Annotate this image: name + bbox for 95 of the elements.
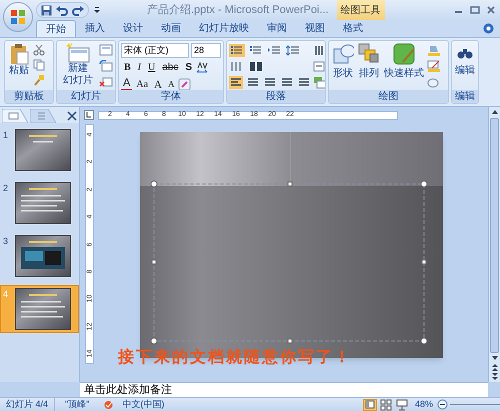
line-spacing-icon[interactable]	[286, 44, 302, 57]
binoculars-icon	[457, 46, 473, 60]
new-slide-icon	[66, 43, 90, 63]
context-tab-label: 绘图工具	[336, 0, 385, 20]
save-icon[interactable]	[41, 4, 52, 16]
slide-count: 幻灯片 4/4	[5, 398, 50, 411]
ribbon-tab[interactable]: 幻灯片放映	[190, 20, 258, 37]
drawing-tool-button[interactable]: 排列	[357, 43, 381, 80]
font-style-button[interactable]: S	[182, 60, 196, 75]
layout-icon[interactable]	[99, 44, 113, 56]
sorter-view-icon	[380, 398, 392, 410]
delete-slide-icon[interactable]	[99, 76, 113, 88]
annotation-text: 接下来的文档就随意你写了！	[118, 350, 352, 366]
copy-icon[interactable]	[33, 59, 45, 71]
format-painter-icon[interactable]	[33, 74, 45, 86]
view-button[interactable]	[394, 398, 409, 410]
maximize-icon[interactable]	[470, 5, 480, 15]
font-style-button[interactable]: U	[145, 60, 158, 75]
drawing-tool-button[interactable]: 快速样式	[383, 43, 425, 80]
ribbon-tab[interactable]: 格式	[334, 20, 372, 37]
group-label: 段落	[266, 90, 286, 104]
shape-effects-icon[interactable]	[427, 76, 441, 88]
office-button[interactable]	[3, 2, 33, 32]
group-label: 绘图	[378, 90, 398, 104]
view-button[interactable]	[378, 398, 393, 410]
notes-placeholder: 单击此处添加备注	[84, 382, 172, 398]
ribbon-tab[interactable]: 审阅	[258, 20, 296, 37]
columns-icon[interactable]	[248, 60, 264, 73]
vertical-text-icon[interactable]	[313, 44, 325, 57]
paste-button[interactable]: 粘贴	[7, 43, 31, 77]
customize-icon[interactable]	[93, 6, 101, 14]
font-style-button[interactable]: abc	[159, 60, 182, 75]
ribbon-tab[interactable]: 动画	[152, 20, 190, 37]
slide-thumbnail[interactable]	[15, 129, 71, 171]
language: 中文(中国)	[121, 398, 166, 411]
redo-icon[interactable]	[72, 4, 84, 16]
thumbnail-row[interactable]: 3	[0, 232, 79, 280]
normal-view-icon	[364, 398, 376, 410]
notes-pane[interactable]: 单击此处添加备注	[80, 382, 488, 397]
shrink-font-button[interactable]: A	[166, 77, 176, 90]
clear-format-icon[interactable]	[178, 78, 192, 90]
reset-icon[interactable]	[99, 60, 113, 72]
font-style-button[interactable]: B	[121, 60, 134, 75]
slides-tab-icon[interactable]	[2, 109, 28, 123]
font-name-field[interactable]: 宋体 (正文)	[121, 43, 189, 58]
zoom-level: 48%	[414, 398, 433, 411]
ribbon-tab[interactable]: 设计	[114, 20, 152, 37]
close-pane-icon[interactable]	[67, 111, 77, 121]
vertical-scrollbar[interactable]	[488, 107, 500, 382]
shapes-icon	[332, 43, 354, 65]
outline-tab-icon[interactable]	[30, 109, 56, 123]
drawing-tool-button[interactable]: 形状	[331, 43, 355, 80]
slideshow-icon	[396, 398, 408, 410]
group-label: 编辑	[455, 90, 475, 104]
slide-number: 1	[3, 129, 10, 142]
clipboard-icon	[9, 43, 29, 65]
align-text-icon[interactable]	[313, 60, 325, 73]
scroll-thumb[interactable]	[490, 118, 499, 353]
scissors-icon[interactable]	[33, 44, 45, 56]
group-label: 字体	[161, 90, 181, 104]
window-title: 产品介绍.pptx - Microsoft PowerPoi...	[147, 2, 329, 18]
align-left-icon[interactable]	[229, 76, 243, 89]
slide-thumbnail[interactable]	[15, 235, 71, 277]
thumbnail-row[interactable]: 1	[0, 126, 79, 174]
new-slide-button[interactable]: 新建 幻灯片	[59, 43, 97, 87]
ribbon-tab[interactable]: 开始	[36, 20, 76, 37]
thumbnail-row[interactable]: 2	[0, 179, 79, 227]
ribbon-tab[interactable]: 视图	[296, 20, 334, 37]
change-case-button[interactable]: Aa	[134, 77, 150, 90]
view-button[interactable]	[362, 398, 377, 410]
ruler-toggle-icon[interactable]	[84, 110, 94, 120]
slide-number: 2	[3, 182, 10, 195]
editing-button[interactable]: 编辑	[454, 43, 476, 77]
group-label: 剪贴板	[14, 90, 44, 104]
arrange-icon	[358, 43, 380, 65]
office-logo-icon	[10, 9, 26, 25]
zoom-out-icon[interactable]	[437, 399, 448, 410]
slide-number: 4	[3, 288, 10, 301]
slide-number: 3	[3, 235, 10, 248]
close-icon[interactable]	[486, 5, 496, 15]
quick-styles-icon	[393, 43, 415, 65]
grow-font-button[interactable]: A	[152, 77, 164, 90]
spacing-icon[interactable]	[196, 60, 208, 74]
help-icon[interactable]	[483, 23, 494, 34]
ribbon-tab[interactable]: 插入	[76, 20, 114, 37]
font-style-button[interactable]: I	[134, 60, 144, 75]
font-size-field[interactable]: 28	[191, 43, 221, 58]
spell-check-icon[interactable]	[103, 399, 114, 410]
slide-thumbnail[interactable]	[15, 182, 71, 224]
slide-thumbnail[interactable]	[15, 288, 71, 330]
undo-icon[interactable]	[56, 4, 68, 16]
theme-name: "顶峰"	[54, 398, 100, 411]
shape-outline-icon[interactable]	[427, 60, 441, 72]
bullets-icon[interactable]	[229, 44, 245, 57]
group-label: 幻灯片	[71, 90, 101, 104]
